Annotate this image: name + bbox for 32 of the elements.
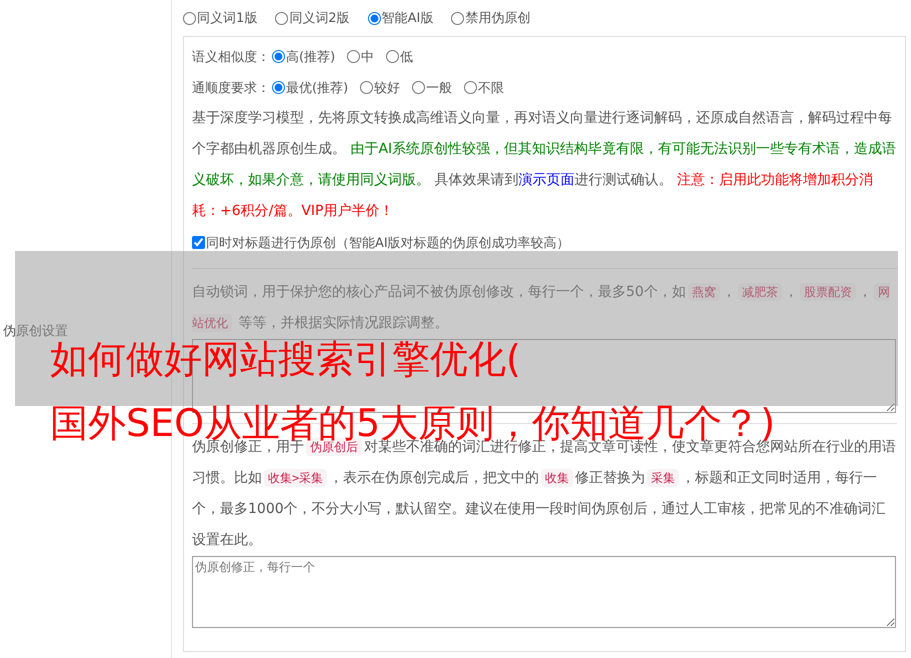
radio-label[interactable]: 一般 xyxy=(426,78,452,96)
radio-button[interactable] xyxy=(347,50,360,63)
radio-label[interactable]: 较好 xyxy=(374,78,400,96)
radio-label[interactable]: 禁用伪原创 xyxy=(465,9,530,27)
radio-button[interactable] xyxy=(183,12,196,24)
radio-label[interactable]: 同义词2版 xyxy=(289,9,350,27)
radio-label[interactable]: 同义词1版 xyxy=(197,9,258,27)
radio-button[interactable] xyxy=(386,50,400,63)
settings-label: 伪原创设置 xyxy=(3,322,68,340)
radio-label[interactable]: 最优(推荐) xyxy=(286,78,348,96)
radio-button[interactable] xyxy=(275,12,288,24)
radio-button[interactable] xyxy=(464,81,478,94)
description-text: 基于深度学习模型，先将原文转换成高维语义向量，再对语义向量进行逐词解码，还原成自然语言，解码过程中每个字都由机器原创生成。 由于AI系统原创性较强，但其知识结构毕竟有限，有可能无法识别一些专有术语，造成语义破坏，如果介意，请使用同义词版。 具体效果请到演示页面进行测试确认。 注意：启用此功能将增加积分消耗：+6积分/篇。VIP用户半价！ xyxy=(192,109,897,221)
demo-page-link[interactable]: 演示页面 xyxy=(518,172,574,188)
radio-button[interactable] xyxy=(368,12,381,24)
radio-button[interactable] xyxy=(412,81,426,94)
radio-button[interactable] xyxy=(451,12,464,24)
correction-field[interactable]: 伪原创修正，每行一个 xyxy=(192,556,896,628)
radio-button[interactable] xyxy=(272,50,285,63)
radio-label[interactable]: 不限 xyxy=(478,78,504,96)
radio-label[interactable]: 中 xyxy=(361,48,374,66)
field-label: 通顺度要求： xyxy=(192,80,270,96)
radio-button[interactable] xyxy=(360,81,374,94)
checkbox-label[interactable]: 同时对标题进行伪原创（智能AI版对标题的伪原创成功率较高） xyxy=(206,234,570,252)
checkbox[interactable] xyxy=(192,236,205,249)
radio-label[interactable]: 智能AI版 xyxy=(382,9,434,27)
description-text: 自动锁词，用于保护您的核心产品词不被伪原创修改，每行一个，最多50个，如 燕窝 ， 减肥茶 ， 股票配资 ， 网站优化 等等，并根据实际情况跟踪调整。 xyxy=(192,282,891,334)
radio-label[interactable]: 低 xyxy=(400,48,414,66)
radio-label[interactable]: 高(推荐) xyxy=(286,48,336,66)
field-label: 语义相似度： xyxy=(192,48,270,66)
overlay-title-line: 如何做好网站搜索引擎优化( xyxy=(50,339,521,381)
radio-button[interactable] xyxy=(272,81,285,94)
